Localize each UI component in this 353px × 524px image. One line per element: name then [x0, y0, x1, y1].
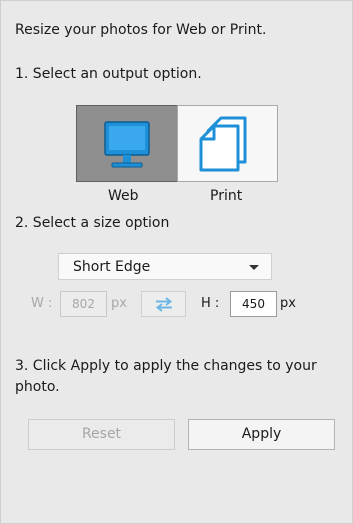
resize-panel: Resize your photos for Web or Print. 1. … — [0, 0, 353, 524]
height-field[interactable]: 450 — [230, 291, 277, 317]
height-unit: px — [280, 296, 296, 311]
step-output-heading: 1. Select an output option. — [15, 66, 202, 82]
monitor-icon — [104, 121, 150, 168]
height-label: H : — [201, 296, 220, 311]
web-option-label: Web — [108, 188, 139, 204]
chevron-down-icon — [249, 265, 259, 270]
apply-button[interactable]: Apply — [188, 419, 335, 450]
size-option-value: Short Edge — [73, 259, 151, 275]
width-field: 802 — [60, 291, 107, 317]
pages-icon — [199, 116, 247, 172]
width-unit: px — [111, 296, 127, 311]
reset-button[interactable]: Reset — [28, 419, 175, 450]
swap-dimensions-button[interactable] — [141, 291, 186, 317]
swap-arrows-icon — [155, 297, 173, 312]
print-option-label: Print — [210, 188, 243, 204]
size-option-dropdown[interactable]: Short Edge — [58, 253, 272, 280]
width-label: W : — [31, 296, 53, 311]
intro-text: Resize your photos for Web or Print. — [15, 22, 267, 38]
print-option-button[interactable] — [177, 105, 278, 182]
step-size-heading: 2. Select a size option — [15, 215, 170, 231]
step-apply-instructions: 3. Click Apply to apply the changes to y… — [15, 358, 317, 395]
web-option-button[interactable] — [76, 105, 177, 182]
